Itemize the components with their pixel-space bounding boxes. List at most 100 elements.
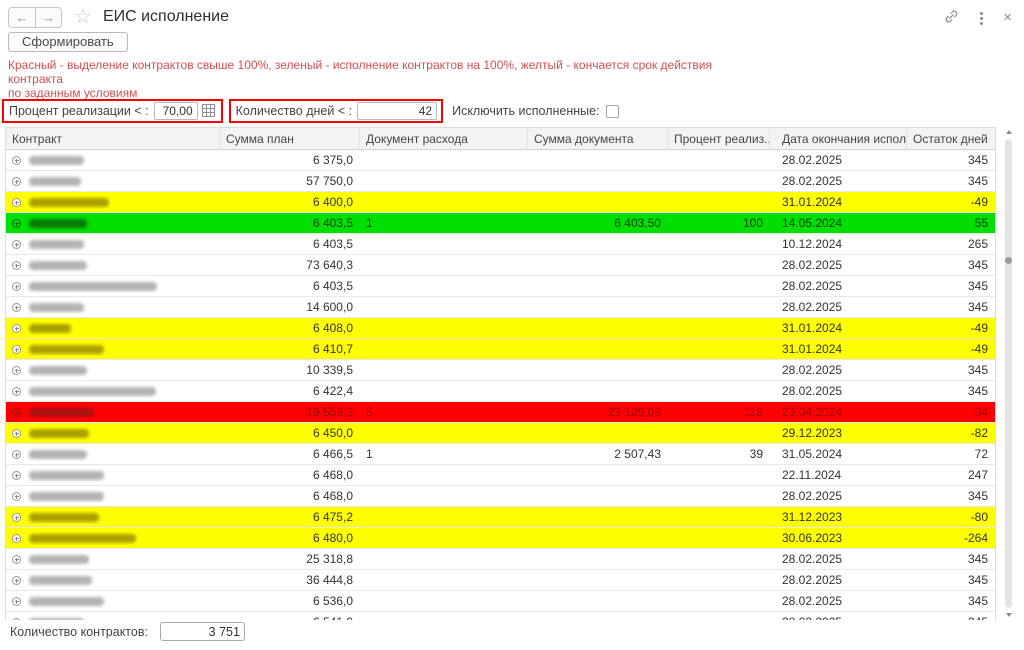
expand-icon[interactable] [12, 282, 21, 291]
percent-filter-label: Процент реализации < : [9, 104, 149, 118]
cell-doc-sum: 23 129,08 [607, 405, 661, 419]
cell-end-date: 28.02.2025 [770, 615, 907, 620]
cell-contract [6, 258, 220, 272]
cell-plan-sum: 6 422,4 [312, 384, 353, 398]
expand-icon[interactable] [12, 387, 21, 396]
scrollbar-handle-dot[interactable] [1005, 257, 1012, 264]
table-row[interactable]: 25 318,8 28.02.2025 345 [6, 549, 995, 570]
favorite-star-icon[interactable]: ☆ [74, 7, 92, 27]
table-row[interactable]: 6 403,5 1 6 403,50 100 14.05.2024 55 [6, 213, 995, 234]
cell-days-left: 345 [967, 279, 988, 293]
exclude-completed-checkbox[interactable] [605, 104, 619, 118]
expand-icon[interactable] [12, 576, 21, 585]
expand-icon[interactable] [12, 366, 21, 375]
cell-plan-sum: 6 410,7 [312, 342, 353, 356]
expand-icon[interactable] [12, 261, 21, 270]
cell-days-left: 345 [967, 489, 988, 503]
table-row[interactable]: 6 400,0 31.01.2024 -49 [6, 192, 995, 213]
cell-days-left: 247 [967, 468, 988, 482]
expand-icon[interactable] [12, 177, 21, 186]
table-row[interactable]: 10 339,5 28.02.2025 345 [6, 360, 995, 381]
cell-plan-sum: 6 375,0 [312, 153, 353, 167]
cell-end-date: 28.02.2025 [782, 300, 843, 314]
column-header-1[interactable]: Контракт [6, 128, 220, 149]
column-header-6[interactable]: Дата окончания исполн... [770, 128, 907, 149]
expand-icon[interactable] [12, 597, 21, 606]
percent-filter-group: Процент реализации < : [2, 99, 223, 123]
table-row[interactable]: 6 466,5 1 2 507,43 39 31.05.2024 72 [6, 444, 995, 465]
calculator-icon[interactable] [201, 103, 217, 119]
table-row[interactable]: 6 541,9 28.02.2025345 [6, 612, 995, 620]
cell-expense-doc: 1 [366, 216, 373, 230]
table-row[interactable]: 6 410,7 31.01.2024 -49 [6, 339, 995, 360]
contract-count-input[interactable] [159, 622, 245, 641]
cell-end-date: 30.06.2023 [782, 531, 843, 545]
expand-icon[interactable] [12, 450, 21, 459]
percent-filter-input[interactable] [153, 102, 198, 120]
forward-button[interactable]: → [35, 7, 61, 27]
expand-icon[interactable] [12, 324, 21, 333]
cell-contract [6, 321, 220, 335]
cell-plan-sum: 6 400,0 [312, 195, 353, 209]
table-row[interactable]: 57 750,0 28.02.2025 345 [6, 171, 995, 192]
expand-icon[interactable] [12, 156, 21, 165]
expand-icon[interactable] [12, 408, 21, 417]
more-menu-icon[interactable] [976, 11, 987, 26]
table-row[interactable]: 73 640,3 28.02.2025 345 [6, 255, 995, 276]
vertical-scrollbar[interactable] [1002, 127, 1015, 620]
cell-contract [6, 615, 220, 620]
expand-icon[interactable] [12, 513, 21, 522]
expand-icon[interactable] [12, 345, 21, 354]
table-row[interactable]: 6 403,5 10.12.2024 265 [6, 234, 995, 255]
get-link-icon[interactable] [943, 8, 960, 28]
expand-icon[interactable] [12, 303, 21, 312]
scroll-up-arrow-icon[interactable] [1005, 130, 1012, 134]
expand-icon[interactable] [12, 555, 21, 564]
cell-plan-sum: 57 750,0 [306, 174, 353, 188]
cell-contract [6, 174, 220, 188]
table-row[interactable]: 6 468,0 22.11.2024 247 [6, 465, 995, 486]
table-header: Контракт Сумма план Документ расхода Сумма … [6, 128, 995, 150]
scrollbar-thumb[interactable] [1005, 139, 1012, 608]
column-header-5[interactable]: Процент реализ... [668, 128, 770, 149]
cell-days-left: 55 [974, 216, 988, 230]
cell-percent: 100 [742, 216, 763, 230]
table-row[interactable]: 36 444,8 28.02.2025 345 [6, 570, 995, 591]
generate-button[interactable]: Сформировать [8, 32, 128, 52]
table-row[interactable]: 19 559,3 5 23 129,08 118 23.04.2024 34 [6, 402, 995, 423]
scroll-down-arrow-icon[interactable] [1005, 613, 1012, 617]
expand-icon[interactable] [12, 219, 21, 228]
expand-icon[interactable] [12, 240, 21, 249]
cell-plan-sum: 25 318,8 [306, 552, 353, 566]
table-row[interactable]: 6 450,0 29.12.2023 -82 [6, 423, 995, 444]
column-header-2[interactable]: Сумма план [220, 128, 360, 149]
column-header-4[interactable]: Сумма документа [528, 128, 668, 149]
expand-icon[interactable] [12, 618, 21, 620]
table-row[interactable]: 6 475,2 31.12.2023 -80 [6, 507, 995, 528]
cell-contract [6, 237, 220, 251]
table-row[interactable]: 6 468,0 28.02.2025 345 [6, 486, 995, 507]
redacted-contract-name [29, 576, 92, 585]
table-row[interactable]: 6 403,5 28.02.2025 345 [6, 276, 995, 297]
expand-icon[interactable] [12, 534, 21, 543]
table-row[interactable]: 14 600,0 28.02.2025 345 [6, 297, 995, 318]
back-button[interactable]: ← [9, 8, 35, 27]
table-grid: Контракт Сумма план Документ расхода Сумма … [5, 127, 996, 620]
cell-end-date: 14.05.2024 [782, 216, 843, 230]
column-header-3[interactable]: Документ расхода [360, 128, 528, 149]
cell-end-date: 23.04.2024 [782, 405, 843, 419]
table-row[interactable]: 6 422,4 28.02.2025 345 [6, 381, 995, 402]
table-row[interactable]: 6 375,0 28.02.2025 345 [6, 150, 995, 171]
days-filter-input[interactable] [357, 102, 438, 120]
close-icon[interactable]: × [1003, 10, 1012, 25]
expand-icon[interactable] [12, 492, 21, 501]
cell-contract [6, 552, 220, 566]
expand-icon[interactable] [12, 429, 21, 438]
column-header-7[interactable]: Остаток дней [907, 128, 995, 149]
table-row[interactable]: 6 480,0 30.06.2023 -264 [6, 528, 995, 549]
expand-icon[interactable] [12, 198, 21, 207]
expand-icon[interactable] [12, 471, 21, 480]
table-row[interactable]: 6 536,0 28.02.2025 345 [6, 591, 995, 612]
table-row[interactable]: 6 408,0 31.01.2024 -49 [6, 318, 995, 339]
cell-plan-sum: 73 640,3 [306, 258, 353, 272]
